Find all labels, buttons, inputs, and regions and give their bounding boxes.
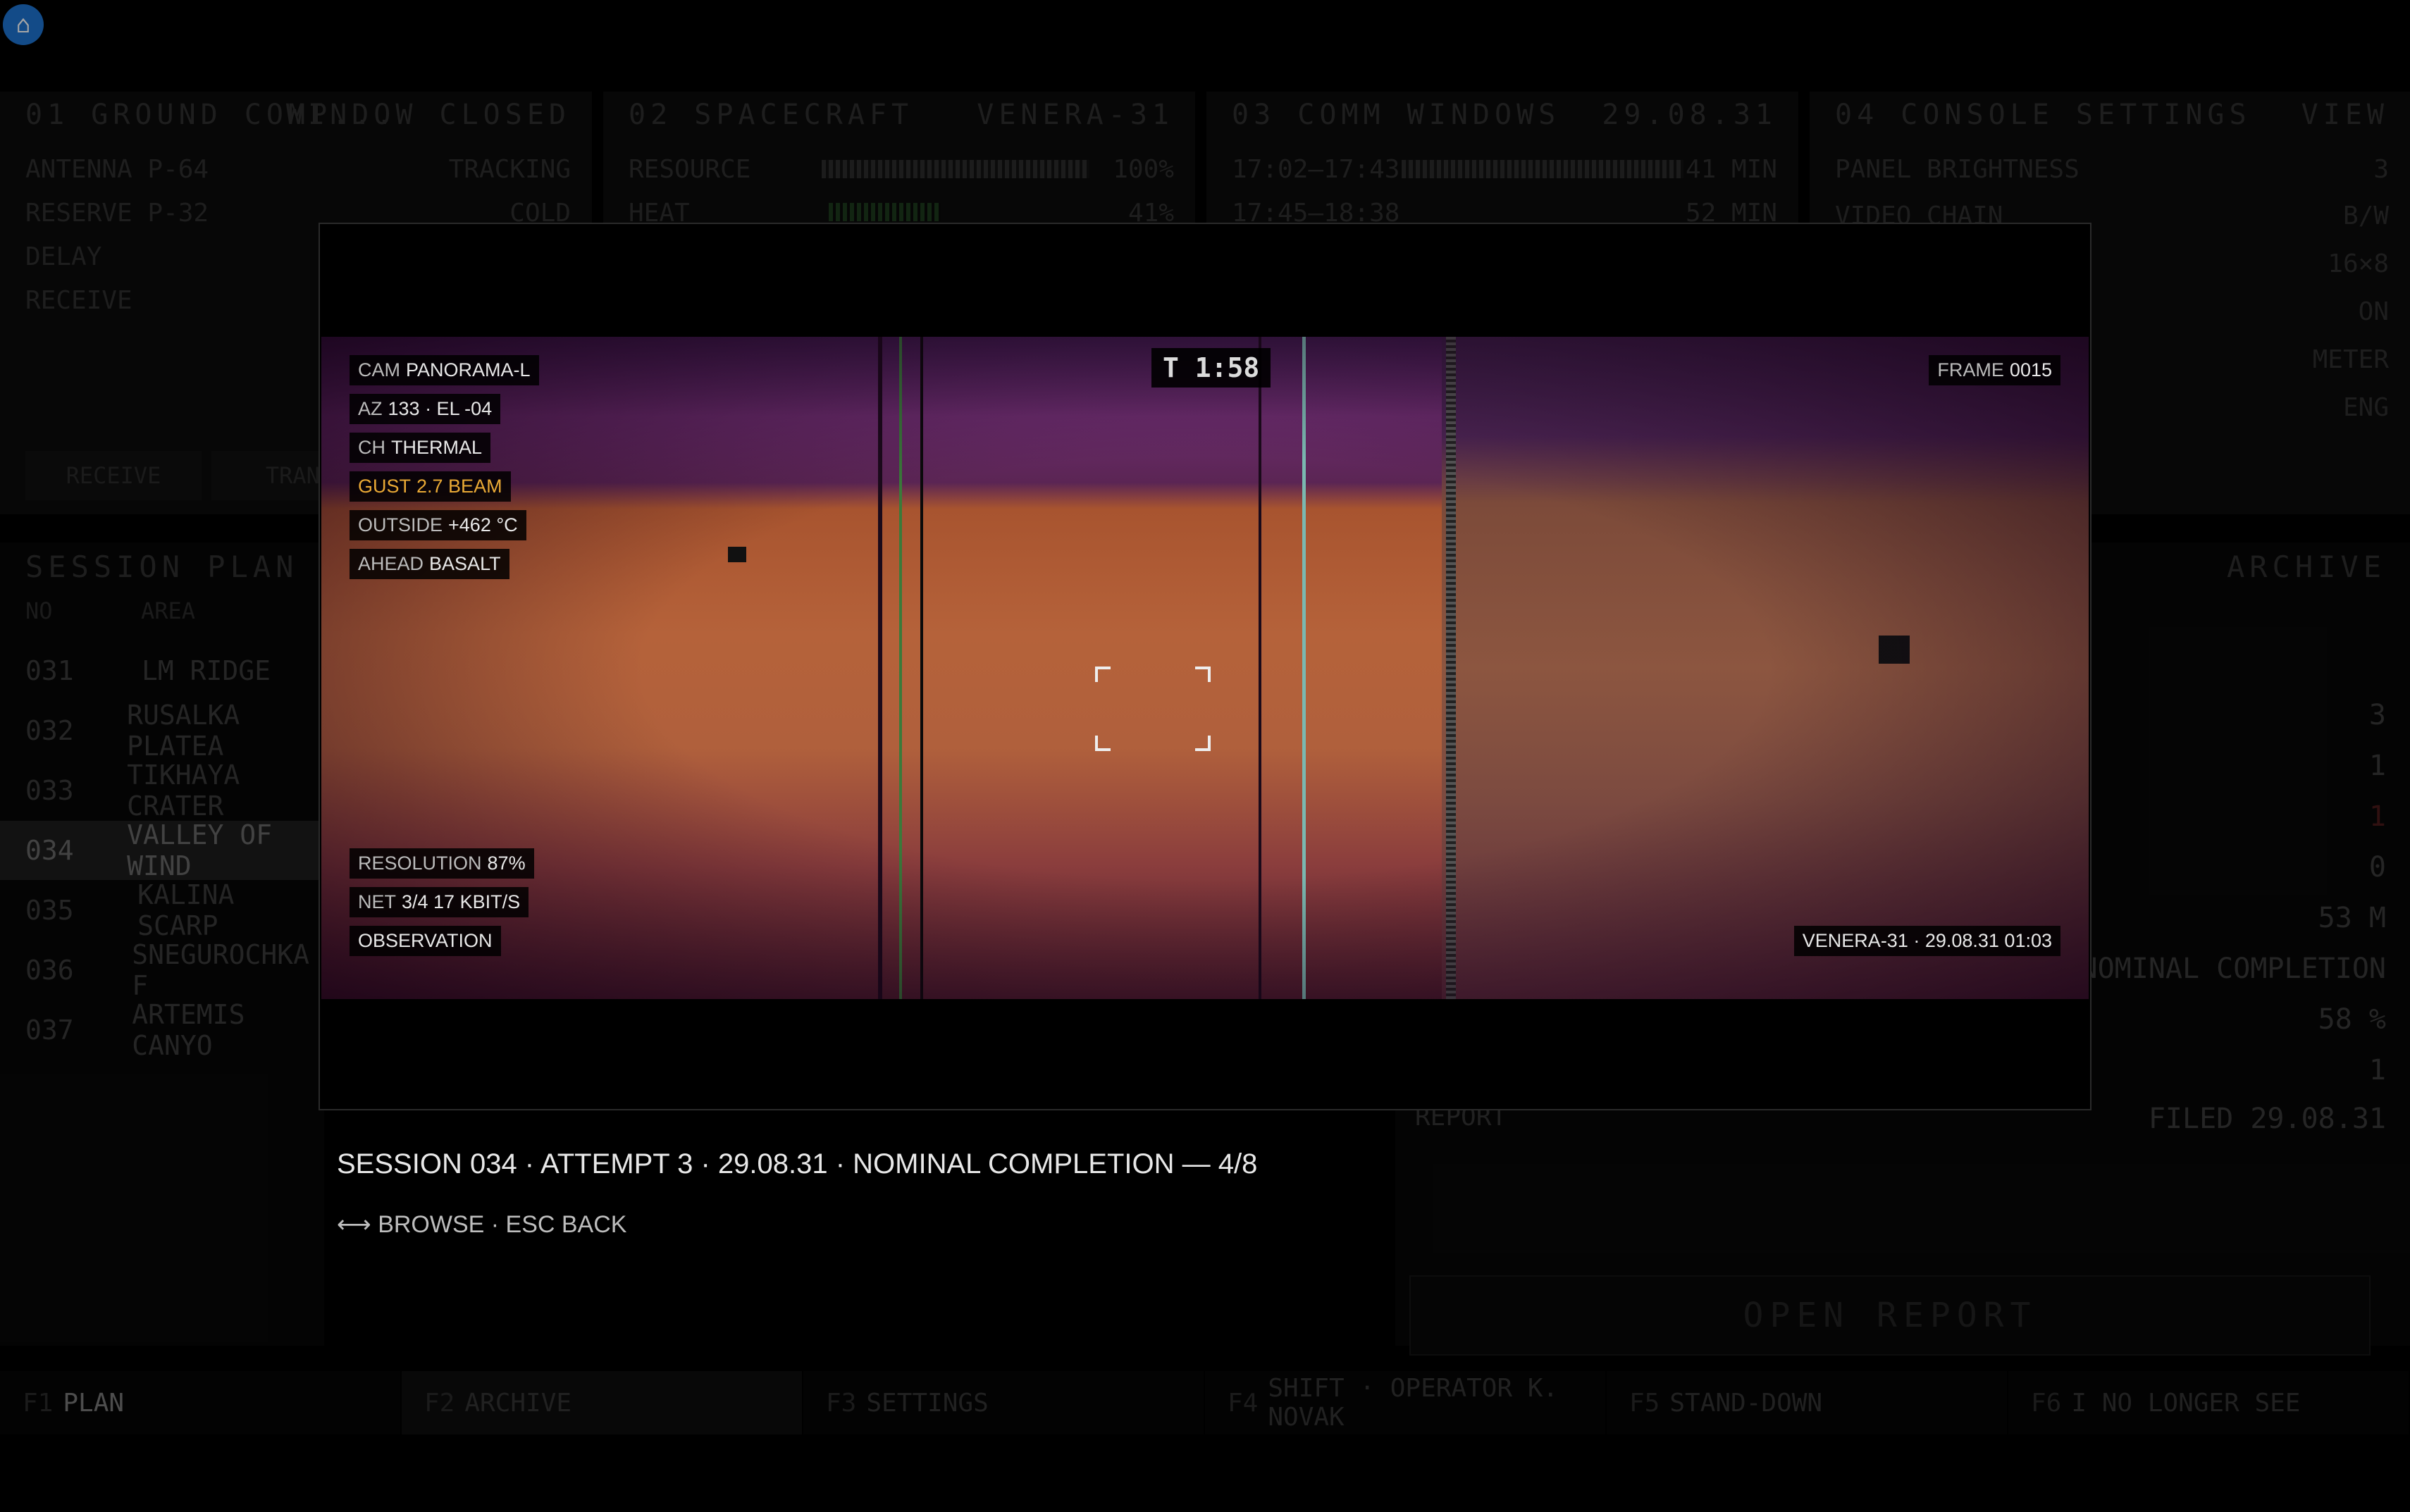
cam-tag: CAM PANORAMA-L [350, 355, 539, 385]
resolution-tag: RESOLUTION 87% [350, 848, 534, 879]
capture-stamp: VENERA-31 · 29.08.31 01:03 [1793, 926, 2060, 956]
frame-counter: FRAME 0015 [1929, 355, 2060, 385]
reticle-corner [1195, 667, 1211, 682]
reticle-corner [1095, 667, 1111, 682]
outside-temp-tag: OUTSIDE +462 °C [350, 510, 526, 540]
navigation-hint: ⟷ BROWSE · ESC BACK [337, 1211, 627, 1238]
mode-tag: OBSERVATION [350, 926, 501, 956]
image-caption: SESSION 034 · ATTEMPT 3 · 29.08.31 · NOM… [337, 1148, 1258, 1179]
ahead-tag: AHEAD BASALT [350, 549, 509, 579]
reticle-corner [1095, 736, 1111, 751]
gust-tag: GUST 2.7 BEAM [350, 471, 511, 502]
reticle-corner [1195, 736, 1211, 751]
net-tag: NET 3/4 17 KBIT/S [350, 887, 529, 917]
channel-tag: CH THERMAL [350, 433, 491, 463]
azimuth-tag: AZ 133 · EL -04 [350, 394, 501, 424]
image-viewer-modal: CAM PANORAMA-L AZ 133 · EL -04 CH THERMAL G… [319, 223, 2091, 1110]
countdown-timer: T 1:58 [1151, 348, 1271, 388]
camera-feed: CAM PANORAMA-L AZ 133 · EL -04 CH THERMAL G… [321, 337, 2089, 999]
